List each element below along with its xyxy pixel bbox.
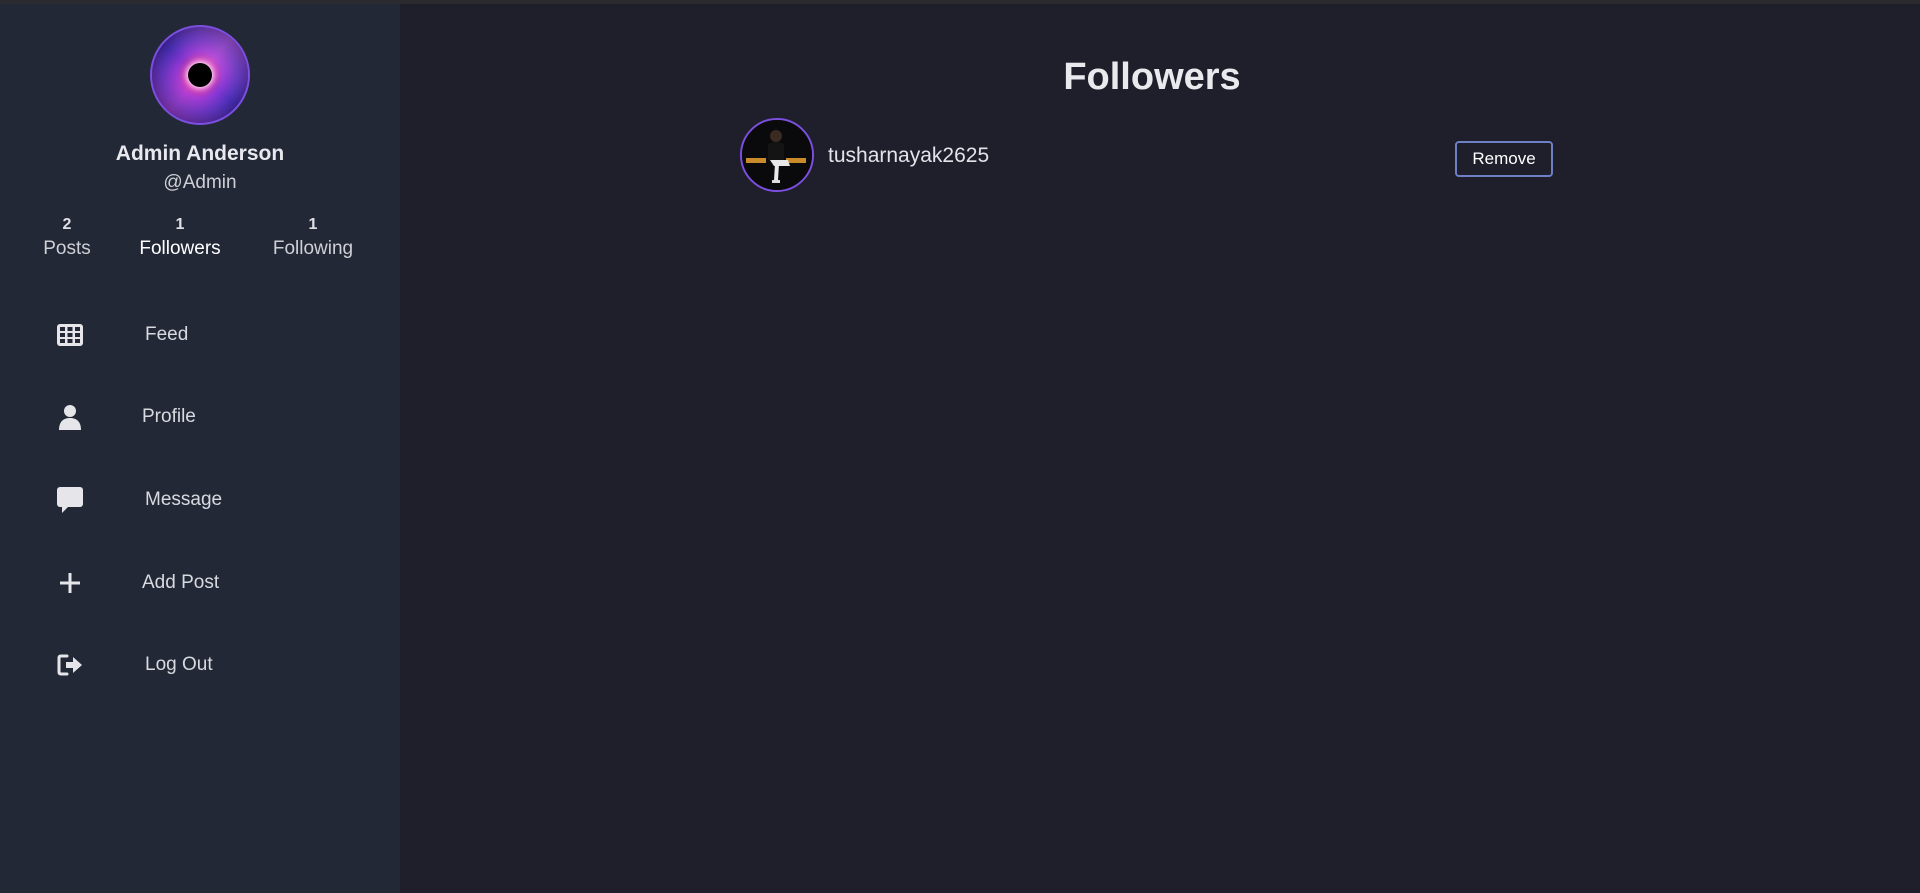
stat-posts-count: 2 — [62, 216, 72, 233]
stat-posts-label: Posts — [43, 238, 91, 259]
profile-name: Admin Anderson — [115, 142, 285, 165]
nav-log-out-label: Log Out — [145, 654, 213, 675]
nav-log-out[interactable]: Log Out — [55, 645, 355, 685]
nav-feed-label: Feed — [145, 324, 189, 345]
nav-add-post-label: Add Post — [142, 572, 220, 593]
stat-followers-label: Followers — [139, 238, 221, 259]
plus-icon — [55, 568, 85, 598]
nav-profile[interactable]: Profile — [55, 397, 355, 437]
avatar-core — [188, 63, 212, 87]
user-icon — [55, 402, 85, 432]
profile-handle: @Admin — [163, 172, 237, 193]
message-icon — [55, 485, 85, 515]
nav-message-label: Message — [145, 489, 223, 510]
stat-following-label: Following — [272, 238, 354, 259]
sidebar: Admin Anderson @Admin 2 Posts 1 Follower… — [0, 4, 400, 893]
remove-follower-button[interactable]: Remove — [1455, 141, 1553, 177]
profile-avatar[interactable] — [150, 25, 250, 125]
stat-following-count: 1 — [308, 216, 318, 233]
follower-photo — [742, 120, 812, 190]
nav-message[interactable]: Message — [55, 480, 355, 520]
stat-following[interactable]: 1 Following — [248, 216, 378, 260]
follower-username[interactable]: tusharnayak2625 — [828, 144, 989, 168]
grid-icon — [55, 320, 85, 350]
stat-followers-count: 1 — [175, 216, 185, 233]
page-title: Followers — [1063, 56, 1241, 98]
stat-followers[interactable]: 1 Followers — [115, 216, 245, 260]
stat-posts[interactable]: 2 Posts — [2, 216, 132, 260]
nav-feed[interactable]: Feed — [55, 315, 355, 355]
follower-avatar[interactable] — [740, 118, 814, 192]
nav-add-post[interactable]: Add Post — [55, 563, 355, 603]
logout-icon — [55, 650, 85, 680]
main-content: Followers tusharnayak2625 Remove — [400, 4, 1920, 893]
nav-profile-label: Profile — [142, 406, 196, 427]
